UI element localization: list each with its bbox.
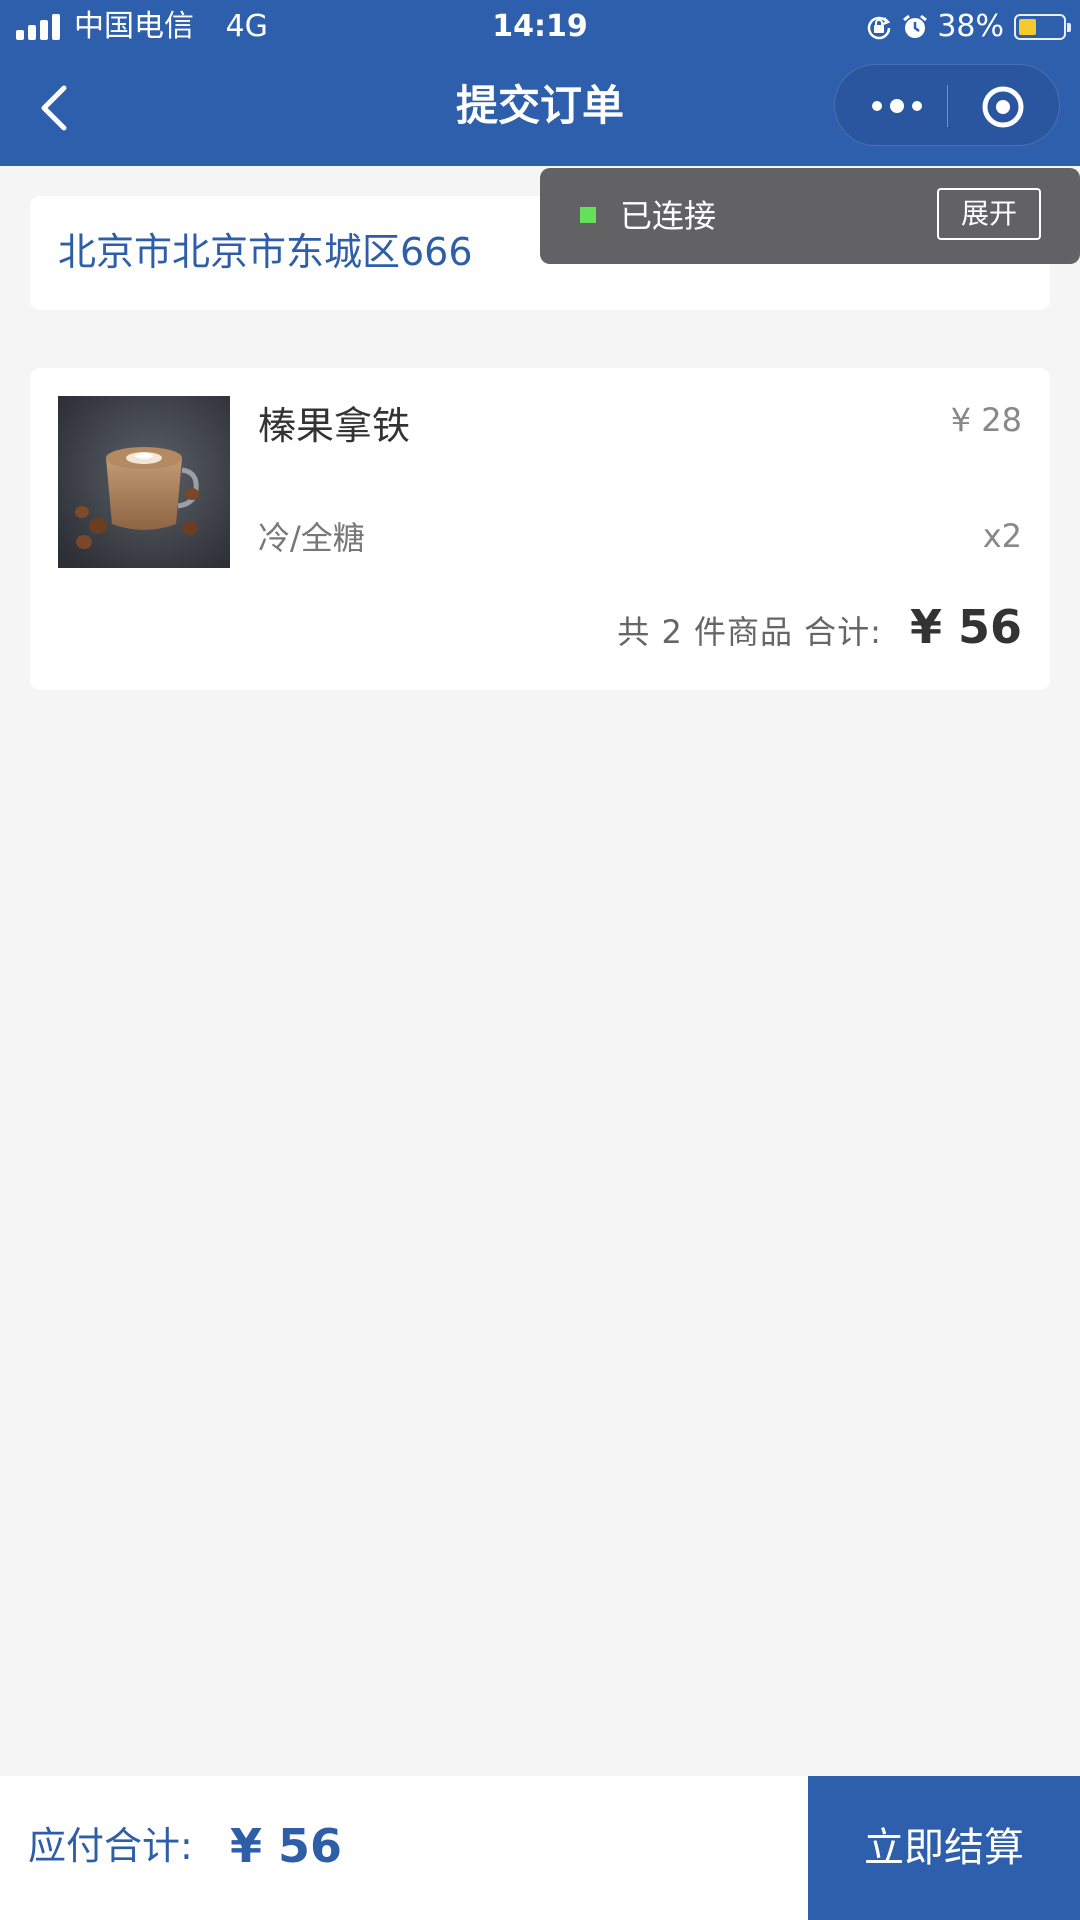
item-quantity: x2 [982, 517, 1022, 555]
item-spec: 冷/全糖 [258, 519, 365, 557]
pay-amount: ¥ 56 [230, 1819, 343, 1873]
top-bar: 中国电信 4G 14:19 38% 提交订单 [0, 0, 1080, 166]
item-name: 榛果拿铁 [258, 404, 411, 448]
more-dots-icon[interactable] [869, 91, 925, 121]
item-price: ¥ 28 [950, 401, 1022, 439]
connection-overlay: 已连接 展开 [540, 168, 1080, 264]
latte-cup-image [58, 396, 230, 568]
battery-percent: 38% [937, 9, 1004, 44]
battery-icon [1014, 14, 1071, 40]
expand-button[interactable]: 展开 [937, 188, 1041, 240]
bottom-bar: 应付合计: ¥ 56 立即结算 [0, 1776, 1080, 1920]
order-card: 榛果拿铁 冷/全糖 ¥ 28 x2 共 2 件商品 合计: ¥ 56 [30, 368, 1050, 690]
status-right: 38% [865, 8, 1071, 46]
close-circle-icon[interactable] [981, 85, 1025, 129]
battery-fill [1019, 19, 1036, 35]
summary-count: 共 2 件商品 合计: [617, 613, 882, 651]
nav-bar: 提交订单 [0, 54, 1080, 166]
summary-total: ¥ 56 [909, 600, 1022, 654]
alarm-icon [903, 14, 928, 38]
pay-label: 应付合计: [28, 1824, 193, 1868]
rotation-lock-icon [868, 16, 891, 40]
checkout-button[interactable]: 立即结算 [808, 1776, 1080, 1920]
miniprogram-capsule [834, 64, 1060, 146]
screen: 中国电信 4G 14:19 38% 提交订单 北京市北京市东城区666 已连接 … [0, 0, 1080, 1920]
status-bar: 中国电信 4G 14:19 38% [0, 0, 1080, 54]
address-text: 北京市北京市东城区666 [58, 230, 473, 274]
connection-status-dot [580, 207, 596, 223]
connection-status-label: 已连接 [620, 197, 717, 235]
order-summary: 共 2 件商品 合计: ¥ 56 [617, 600, 1022, 666]
